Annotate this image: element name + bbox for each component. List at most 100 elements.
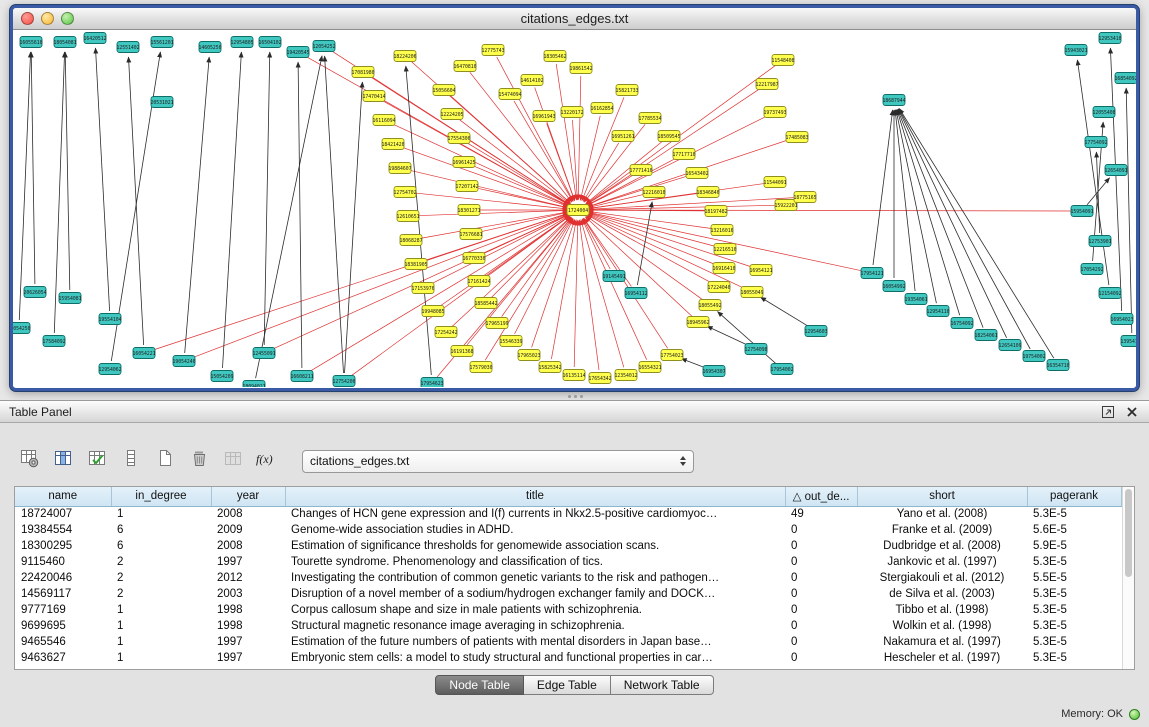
graph-node[interactable]: 17224040	[707, 282, 730, 293]
graph-node[interactable]: 17576681	[459, 229, 482, 240]
column-header-year[interactable]: year	[211, 487, 285, 506]
table-row[interactable]: 1830029562008Estimation of significance …	[15, 538, 1121, 554]
graph-node[interactable]: 16754092	[950, 318, 973, 329]
graph-node[interactable]: 12551402	[116, 42, 139, 53]
table-row[interactable]: 977716911998Corpus callosum shape and si…	[15, 602, 1121, 618]
graph-node[interactable]: 18509545	[657, 131, 680, 142]
graph-node[interactable]: 13954104	[1120, 336, 1136, 347]
graph-node[interactable]: 18055049	[740, 287, 763, 298]
graph-node[interactable]: 16916410	[712, 263, 735, 274]
graph-node[interactable]: 17954121	[860, 268, 883, 279]
graph-node[interactable]: 15954081	[58, 293, 81, 304]
graph-node[interactable]: 13216016	[710, 225, 733, 236]
tab-node-table[interactable]: Node Table	[435, 675, 524, 695]
graph-node[interactable]: 12654109	[998, 340, 1021, 351]
graph-node[interactable]: 12775743	[481, 45, 504, 56]
graph-node[interactable]: 12754098	[744, 344, 767, 355]
graph-node[interactable]: 18381905	[404, 259, 427, 270]
graph-node[interactable]: 12610651	[396, 211, 419, 222]
graph-node[interactable]: 18197482	[704, 206, 727, 217]
column-header-name[interactable]: name	[15, 487, 111, 506]
graph-node[interactable]: 17965199	[485, 318, 508, 329]
graph-node[interactable]: 17054292	[1080, 264, 1103, 275]
function-builder-button[interactable]: f(x)	[254, 447, 280, 475]
graph-node[interactable]: 12954603	[804, 326, 827, 337]
graph-node[interactable]: 17207142	[455, 181, 478, 192]
graph-node[interactable]: 16854092	[1114, 73, 1136, 84]
tab-network-table[interactable]: Network Table	[611, 675, 714, 695]
delete-column-button[interactable]	[186, 447, 212, 475]
graph-node[interactable]: 19948085	[421, 306, 444, 317]
graph-node[interactable]: 12455091	[252, 348, 275, 359]
graph-node[interactable]: 16961425	[452, 157, 475, 168]
graph-node[interactable]: 14614102	[520, 75, 543, 86]
graph-node[interactable]: 18055492	[698, 300, 721, 311]
graph-node[interactable]: 19554104	[98, 314, 121, 325]
graph-node[interactable]: 17954002	[770, 364, 793, 375]
tab-edge-table[interactable]: Edge Table	[524, 675, 611, 695]
graph-node[interactable]: 12224205	[440, 109, 463, 120]
graph-node[interactable]: 15954091	[1070, 206, 1093, 217]
graph-node[interactable]: 18775165	[793, 192, 816, 203]
graph-node[interactable]: 12953410	[1098, 33, 1121, 44]
network-table-select[interactable]: citations_edges.txt	[302, 450, 694, 473]
graph-node[interactable]: 12354012	[614, 370, 637, 381]
graph-node[interactable]: 16054992	[882, 281, 905, 292]
graph-node[interactable]: 17754092	[1084, 137, 1107, 148]
zoom-window-button[interactable]	[61, 12, 74, 25]
graph-node[interactable]: 18224206	[393, 51, 416, 62]
graph-node[interactable]: 16191368	[450, 346, 473, 357]
table-row[interactable]: 946554611997Estimation of the future num…	[15, 634, 1121, 650]
graph-node[interactable]: 16162854	[590, 103, 613, 114]
graph-node[interactable]: 16954307	[702, 366, 725, 377]
graph-node[interactable]: 17654342	[588, 373, 611, 384]
graph-node[interactable]: 20531021	[150, 97, 173, 108]
graph-node[interactable]: 16420512	[83, 33, 106, 44]
graph-node[interactable]: 17584092	[42, 336, 65, 347]
import-table-button[interactable]	[16, 447, 42, 475]
graph-node[interactable]: 12216510	[713, 244, 736, 255]
graph-node[interactable]: 18585442	[474, 298, 497, 309]
graph-node[interactable]: 18068287	[399, 235, 422, 246]
minimize-window-button[interactable]	[41, 12, 54, 25]
graph-node[interactable]: 16116094	[372, 115, 395, 126]
graph-node[interactable]: 16504102	[258, 37, 281, 48]
column-header-short[interactable]: short	[857, 487, 1027, 506]
graph-node[interactable]: 16961943	[532, 111, 555, 122]
graph-node[interactable]: 15474094	[498, 89, 521, 100]
graph-node[interactable]: 19861542	[569, 63, 592, 74]
new-column-button[interactable]	[152, 447, 178, 475]
import-disabled-button[interactable]	[220, 447, 246, 475]
table-row[interactable]: 946362711997Embryonic stem cells: a mode…	[15, 650, 1121, 666]
graph-node[interactable]: 17081980	[351, 67, 374, 78]
network-window-titlebar[interactable]: citations_edges.txt	[13, 8, 1136, 30]
graph-node[interactable]: 16608211	[290, 371, 313, 382]
graph-node[interactable]: 17965023	[517, 350, 540, 361]
graph-node[interactable]: 12154092	[1098, 288, 1121, 299]
select-all-button[interactable]	[84, 447, 110, 475]
graph-node[interactable]: 18945962	[686, 317, 709, 328]
graph-node[interactable]: 16770330	[462, 253, 485, 264]
graph-node[interactable]: 12054252	[312, 41, 335, 52]
graph-node[interactable]: 15943021	[1064, 45, 1087, 56]
graph-node[interactable]: 17470414	[362, 91, 385, 102]
table-row[interactable]: 2242004622012Investigating the contribut…	[15, 570, 1121, 586]
table-row[interactable]: 911546021997Tourette syndrome. Phenomeno…	[15, 554, 1121, 570]
graph-node[interactable]: 12954062	[98, 364, 121, 375]
network-canvas[interactable]: 1724004170819801747041416116094184214201…	[13, 30, 1136, 387]
graph-node[interactable]: 18054081	[53, 37, 76, 48]
graph-node[interactable]: 18346840	[696, 187, 719, 198]
graph-node[interactable]: 17161424	[467, 276, 490, 287]
graph-node[interactable]: 12217987	[755, 79, 778, 90]
graph-node[interactable]: 18094021	[242, 381, 265, 388]
graph-node[interactable]: 16470810	[453, 61, 476, 72]
graph-node[interactable]: 18687944	[882, 95, 905, 106]
graph-node[interactable]: 18254061	[974, 330, 997, 341]
graph-node[interactable]: 19884607	[388, 163, 411, 174]
scrollbar-thumb[interactable]	[1125, 489, 1133, 577]
graph-node[interactable]: 14605250	[198, 42, 221, 53]
graph-node[interactable]: 17754023	[660, 350, 683, 361]
graph-node[interactable]: 1724004	[567, 205, 589, 216]
graph-node[interactable]: 20626054	[23, 287, 46, 298]
graph-node[interactable]: 16354710	[1046, 360, 1069, 371]
